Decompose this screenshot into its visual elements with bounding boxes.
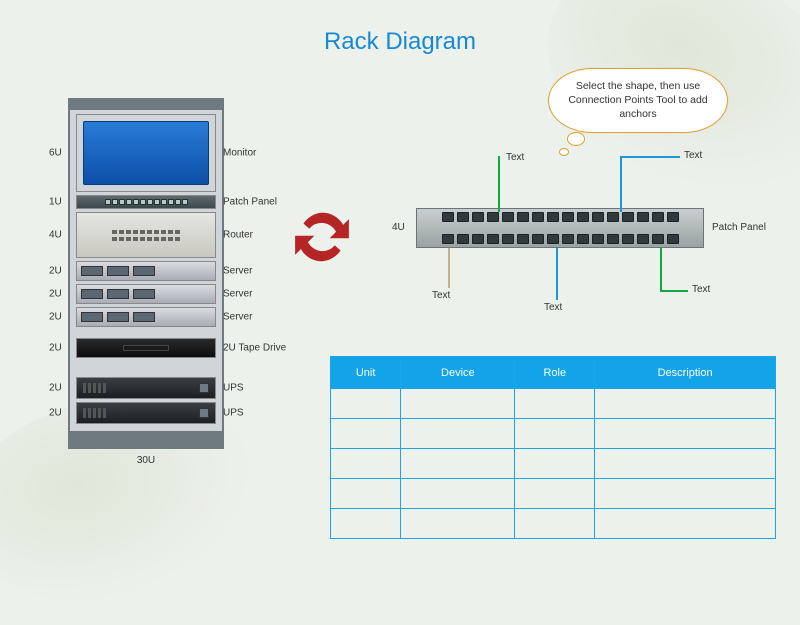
table-row[interactable] <box>331 389 776 419</box>
wire-label[interactable]: Text <box>506 152 524 163</box>
callout-tip: Select the shape, then use Connection Po… <box>548 68 728 133</box>
rack-item-u: 2U <box>49 408 62 419</box>
rack-item-label: 2U Tape Drive <box>223 343 313 354</box>
table-row[interactable] <box>331 449 776 479</box>
rack-item-label: Monitor <box>223 148 313 159</box>
rack-item-u: 2U <box>49 266 62 277</box>
table-header[interactable]: Unit <box>331 357 401 389</box>
table-row[interactable] <box>331 479 776 509</box>
ports-icon <box>105 199 188 205</box>
port-row-icon <box>423 234 697 244</box>
rack-item-server[interactable]: 2U Server <box>76 307 216 327</box>
rack-item-u: 2U <box>49 312 62 323</box>
rack-total-u: 30U <box>68 455 224 466</box>
connection-wire[interactable] <box>498 156 500 212</box>
rack-item-label: Server <box>223 312 313 323</box>
connection-wire[interactable] <box>448 248 450 288</box>
rack-item-u: 6U <box>49 148 62 159</box>
rack-item-server[interactable]: 2U Server <box>76 284 216 304</box>
table-row[interactable] <box>331 509 776 539</box>
rack-item-router[interactable]: 4U Router <box>76 212 216 258</box>
wire-label[interactable]: Text <box>432 290 450 301</box>
detail-label: Patch Panel <box>712 222 766 233</box>
table-row[interactable] <box>331 419 776 449</box>
detail-u-label: 4U <box>392 222 405 233</box>
table-header[interactable]: Role <box>515 357 595 389</box>
port-row-icon <box>423 212 697 222</box>
rack-item-u: 2U <box>49 383 62 394</box>
connection-wire[interactable] <box>660 290 688 292</box>
table-header[interactable]: Device <box>401 357 515 389</box>
wire-label[interactable]: Text <box>544 302 562 313</box>
rack-item-ups[interactable]: 2U UPS <box>76 402 216 424</box>
rack-item-tape-drive[interactable]: 2U 2U Tape Drive <box>76 338 216 358</box>
rack-item-patch-panel[interactable]: 1U Patch Panel <box>76 195 216 209</box>
connection-wire[interactable] <box>556 248 558 300</box>
wire-label[interactable]: Text <box>684 150 702 161</box>
device-table[interactable]: Unit Device Role Description <box>330 356 776 539</box>
connection-wire[interactable] <box>660 248 662 290</box>
wire-label[interactable]: Text <box>692 284 710 295</box>
rack-item-u: 2U <box>49 343 62 354</box>
rack-item-label: UPS <box>223 383 313 394</box>
rack-item-label: UPS <box>223 408 313 419</box>
detail-patch-panel[interactable] <box>416 208 704 248</box>
monitor-screen-icon <box>83 121 209 185</box>
connection-wire[interactable] <box>620 156 680 158</box>
page-title: Rack Diagram <box>0 28 800 56</box>
rack-item-u: 4U <box>49 230 62 241</box>
rack-item-u: 2U <box>49 289 62 300</box>
rack-item-server[interactable]: 2U Server <box>76 261 216 281</box>
rack-item-monitor[interactable]: 6U Monitor <box>76 114 216 192</box>
connection-wire[interactable] <box>620 156 622 212</box>
table-header[interactable]: Description <box>595 357 776 389</box>
rack-item-u: 1U <box>49 197 62 208</box>
rack-item-label: Server <box>223 289 313 300</box>
rack-frame: 6U Monitor 1U Patch Panel 4U Router 2U S… <box>68 98 224 449</box>
rack-item-ups[interactable]: 2U UPS <box>76 377 216 399</box>
rack[interactable]: 6U Monitor 1U Patch Panel 4U Router 2U S… <box>68 98 224 449</box>
refresh-icon <box>290 205 354 269</box>
table-body <box>331 389 776 539</box>
